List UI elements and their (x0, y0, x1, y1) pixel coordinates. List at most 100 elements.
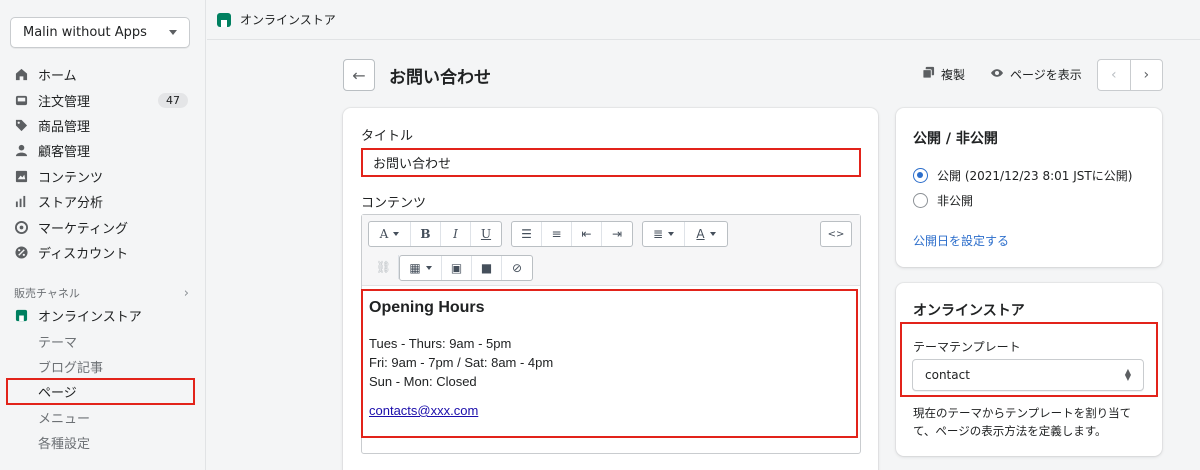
table-dropdown[interactable]: ▦ (400, 256, 442, 280)
visible-radio-option[interactable]: 公開 (2021/12/23 8:01 JSTに公開) (913, 167, 1132, 184)
nav-item-customers[interactable]: 顧客管理 (0, 138, 206, 163)
sales-channels-label: 販売チャネル (14, 287, 80, 300)
link-button[interactable]: ⛓ (369, 255, 399, 279)
insert-video-button[interactable]: ■ (472, 256, 502, 280)
align-dropdown[interactable]: ≣ (643, 222, 685, 246)
view-page-button[interactable]: ページを表示 (990, 66, 1082, 83)
link-icon: ⛓ (375, 260, 392, 274)
bullet-list-button[interactable]: ☰ (512, 222, 542, 246)
content-line: Fri: 9am - 7pm / Sat: 8am - 4pm (369, 355, 554, 370)
nav-label: ホーム (38, 69, 77, 85)
underline-button[interactable]: U (471, 222, 501, 246)
outdent-button[interactable]: ⇤ (572, 222, 602, 246)
align-left-icon: ≣ (652, 227, 664, 241)
highlight-box-pages (6, 378, 195, 405)
align-color-group: ≣ A (642, 221, 728, 247)
target-icon (14, 220, 28, 234)
nav-item-discounts[interactable]: ディスカウント (0, 240, 206, 265)
nav-label: 顧客管理 (38, 145, 91, 161)
insert-image-button[interactable]: ▣ (442, 256, 472, 280)
content-line: Sun - Mon: Closed (369, 374, 477, 389)
clear-formatting-icon: ⊘ (511, 261, 523, 275)
nav-item-products[interactable]: 商品管理 (0, 113, 206, 138)
italic-button[interactable]: I (441, 222, 471, 246)
duplicate-label: 複製 (941, 68, 966, 82)
chevron-down-icon (668, 232, 675, 236)
clear-formatting-button[interactable]: ⊘ (502, 256, 532, 280)
title-label: タイトル (361, 129, 414, 144)
numbered-list-icon: ≡ (551, 227, 562, 241)
indent-button[interactable]: ⇥ (602, 222, 632, 246)
insert-group: ▦ ▣ ■ ⊘ (399, 255, 533, 281)
orders-count-badge: 47 (158, 92, 188, 108)
text-color-icon: A (696, 227, 705, 241)
nav-item-online-store[interactable]: オンラインストア (0, 303, 206, 328)
topbar-title: オンラインストア (240, 13, 336, 27)
font-style-dropdown[interactable]: A (369, 222, 411, 246)
page-title: お問い合わせ (389, 68, 491, 88)
numbered-list-button[interactable]: ≡ (542, 222, 572, 246)
next-page-button[interactable]: › (1131, 60, 1163, 90)
nav-label: ストア分析 (38, 196, 104, 212)
sub-item-themes[interactable]: テーマ (0, 328, 206, 353)
nav-label: 商品管理 (38, 119, 91, 135)
nav-item-analytics[interactable]: ストア分析 (0, 189, 206, 214)
image-icon: ▣ (450, 261, 463, 275)
list-group: ☰ ≡ ⇤ ⇥ (511, 221, 633, 247)
editor-content-area[interactable]: Opening Hours Tues - Thurs: 9am - 5pm Fr… (361, 289, 858, 438)
text-color-dropdown[interactable]: A (685, 222, 727, 246)
view-page-label: ページを表示 (1010, 68, 1082, 82)
title-field[interactable]: お問い合わせ (361, 148, 861, 177)
sub-item-label: メニュー (38, 411, 91, 427)
bullet-list-icon: ☰ (521, 227, 532, 241)
pagination: ‹ › (1097, 59, 1163, 91)
chevron-down-icon (709, 232, 716, 236)
sub-item-preferences[interactable]: 各種設定 (0, 430, 206, 455)
home-icon (14, 68, 28, 82)
content-heading: Opening Hours (369, 299, 485, 316)
hidden-radio-option[interactable]: 非公開 (913, 192, 973, 209)
online-store-title: オンラインストア (913, 303, 1025, 319)
sales-channels-header[interactable]: 販売チャネル › (14, 285, 189, 301)
content-line: Tues - Thurs: 9am - 5pm (369, 336, 512, 351)
email-link[interactable]: contacts@xxx.com (369, 403, 478, 418)
nav-label: ディスカウント (38, 246, 129, 262)
nav-item-content[interactable]: コンテンツ (0, 164, 206, 189)
duplicate-icon (922, 66, 935, 83)
store-icon (217, 12, 231, 27)
sub-item-label: テーマ (38, 335, 78, 351)
title-value: お問い合わせ (373, 157, 452, 172)
chevron-down-icon (169, 30, 177, 35)
previous-page-button[interactable]: ‹ (1098, 60, 1131, 90)
chevron-down-icon (425, 266, 432, 270)
set-visibility-date-link[interactable]: 公開日を設定する (913, 232, 1009, 249)
bold-button[interactable]: B (411, 222, 441, 246)
sub-item-blog-posts[interactable]: ブログ記事 (0, 354, 206, 379)
html-code-button[interactable]: <> (821, 222, 851, 246)
editor-toolbar: A B I U ☰ ≡ ⇤ ⇥ ≣ A <> ⛓ ▦ ▣ ■ ⊘ (362, 215, 860, 286)
nav-label: コンテンツ (38, 170, 104, 186)
duplicate-button[interactable]: 複製 (922, 66, 965, 83)
top-bar: オンラインストア (207, 0, 1200, 40)
nav-label: 注文管理 (38, 94, 91, 110)
nav-item-home[interactable]: ホーム (0, 62, 206, 87)
visible-radio-label: 公開 (2021/12/23 8:01 JSTに公開) (937, 169, 1133, 183)
nav-item-orders[interactable]: 注文管理 47 (0, 87, 206, 112)
bar-chart-icon (14, 195, 28, 209)
outdent-icon: ⇤ (581, 227, 592, 241)
radio-selected[interactable] (913, 168, 928, 183)
underline-icon: U (480, 227, 492, 241)
back-button[interactable]: ← (343, 59, 375, 91)
chevron-left-icon: ‹ (1110, 67, 1117, 83)
chevron-right-icon: › (1143, 67, 1150, 83)
code-icon: <> (827, 228, 845, 240)
text-format-group: A B I U (368, 221, 502, 247)
template-help-text: 現在のテーマからテンプレートを割り当てて、ページの表示方法を定義します。 (913, 406, 1132, 438)
discount-icon (14, 245, 28, 259)
nav-item-marketing[interactable]: マーケティング (0, 214, 206, 239)
visibility-title: 公開 / 非公開 (913, 131, 998, 147)
chevron-right-icon: › (183, 285, 189, 301)
radio-unselected[interactable] (913, 193, 928, 208)
store-selector[interactable]: Malin without Apps (10, 17, 190, 48)
sub-item-menus[interactable]: メニュー (0, 405, 206, 430)
